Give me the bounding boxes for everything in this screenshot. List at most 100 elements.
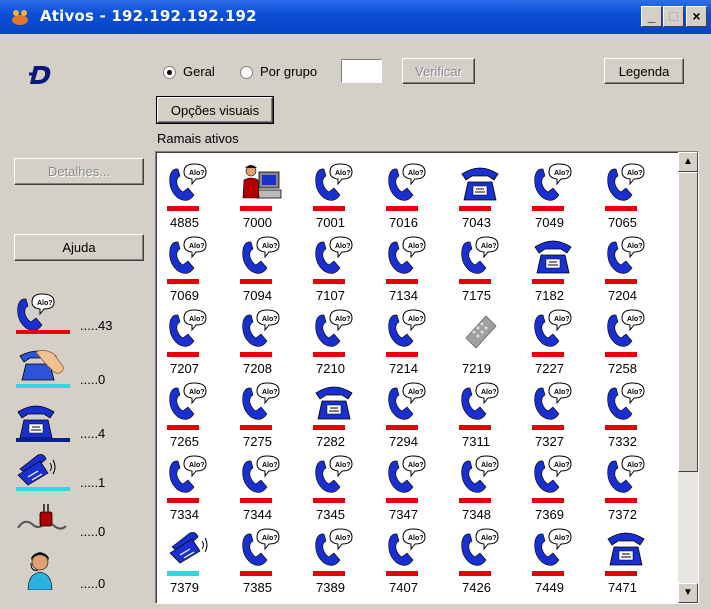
- extension-item[interactable]: Alo? 7275: [239, 381, 311, 454]
- extension-item[interactable]: Alo? 7207: [166, 308, 238, 381]
- svg-text:Alo?: Alo?: [335, 170, 351, 177]
- extension-item[interactable]: Alo? 7065: [604, 162, 676, 235]
- keypad-phone-icon: [458, 308, 502, 350]
- extension-item[interactable]: Alo? 7449: [531, 527, 603, 600]
- extension-number: 7282: [316, 434, 345, 449]
- vertical-scrollbar[interactable]: ▲ ▼: [678, 152, 698, 603]
- extension-item[interactable]: Alo? 7347: [385, 454, 457, 527]
- scroll-up-button[interactable]: ▲: [678, 152, 698, 172]
- extension-item[interactable]: Alo? 7327: [531, 381, 603, 454]
- extension-item[interactable]: 7471: [604, 527, 676, 600]
- verificar-button[interactable]: Verificar: [402, 58, 475, 84]
- extension-number: 7001: [316, 215, 345, 230]
- extension-item[interactable]: Alo? 7069: [166, 235, 238, 308]
- extension-number: 7294: [389, 434, 418, 449]
- phone-ringing-icon: Alo?: [385, 527, 429, 569]
- legend-count: .....4: [80, 426, 106, 441]
- extension-item[interactable]: Alo? 7107: [312, 235, 384, 308]
- phone-ringing-icon: Alo?: [531, 454, 575, 496]
- svg-text:Alo?: Alo?: [37, 300, 53, 307]
- extension-item[interactable]: Alo? 7134: [385, 235, 457, 308]
- scroll-down-button[interactable]: ▼: [678, 583, 698, 603]
- phone-ringing-icon: Alo?: [604, 308, 648, 350]
- status-bar: [240, 206, 272, 211]
- extension-item[interactable]: 7282: [312, 381, 384, 454]
- extension-item[interactable]: Alo? 7210: [312, 308, 384, 381]
- extension-item[interactable]: 7000: [239, 162, 311, 235]
- extension-item[interactable]: Alo? 4885: [166, 162, 238, 235]
- svg-text:Alo?: Alo?: [408, 316, 424, 323]
- status-bar: [532, 498, 564, 503]
- extension-number: 7471: [608, 580, 637, 595]
- phone-ringing-icon: Alo?: [312, 308, 356, 350]
- extension-item[interactable]: Alo? 7208: [239, 308, 311, 381]
- svg-text:Alo?: Alo?: [481, 535, 497, 542]
- status-bar: [532, 571, 564, 576]
- phone-ringing-icon: Alo?: [604, 454, 648, 496]
- status-bar: [16, 330, 70, 334]
- extension-item[interactable]: Alo? 7258: [604, 308, 676, 381]
- radio-geral[interactable]: [163, 66, 176, 79]
- close-button[interactable]: ×: [686, 6, 707, 27]
- extension-item[interactable]: Alo? 7016: [385, 162, 457, 235]
- extension-item[interactable]: Alo? 7204: [604, 235, 676, 308]
- extension-item[interactable]: Alo? 7214: [385, 308, 457, 381]
- svg-text:Alo?: Alo?: [627, 389, 643, 396]
- radio-geral-label[interactable]: Geral: [183, 64, 215, 79]
- extension-number: 7407: [389, 580, 418, 595]
- extension-item[interactable]: Alo? 7385: [239, 527, 311, 600]
- extension-item[interactable]: Alo? 7389: [312, 527, 384, 600]
- svg-text:Alo?: Alo?: [554, 170, 570, 177]
- phone-ringing-icon: Alo?: [385, 235, 429, 277]
- extension-item[interactable]: Alo? 7332: [604, 381, 676, 454]
- scroll-thumb[interactable]: [678, 172, 698, 472]
- extension-item[interactable]: Alo? 7407: [385, 527, 457, 600]
- phone-ringing-icon: Alo?: [458, 381, 502, 423]
- status-bar: [313, 206, 345, 211]
- extension-item[interactable]: 7043: [458, 162, 530, 235]
- extension-item[interactable]: Alo? 7094: [239, 235, 311, 308]
- radio-por-grupo-label[interactable]: Por grupo: [260, 64, 317, 79]
- extension-number: 7175: [462, 288, 491, 303]
- extension-number: 7332: [608, 434, 637, 449]
- extension-item[interactable]: Alo? 7345: [312, 454, 384, 527]
- extension-item[interactable]: Alo? 7311: [458, 381, 530, 454]
- radio-por-grupo[interactable]: [240, 66, 253, 79]
- extension-item[interactable]: Alo? 7334: [166, 454, 238, 527]
- extension-item[interactable]: Alo? 7348: [458, 454, 530, 527]
- extension-item[interactable]: Alo? 7372: [604, 454, 676, 527]
- title-bar[interactable]: Ativos - 192.192.192.192 _ □ ×: [0, 0, 711, 34]
- extension-number: 7265: [170, 434, 199, 449]
- minimize-button[interactable]: _: [641, 6, 662, 27]
- extension-number: 4885: [170, 215, 199, 230]
- status-bar: [240, 425, 272, 430]
- extension-item[interactable]: Alo? 7265: [166, 381, 238, 454]
- svg-text:Alo?: Alo?: [408, 243, 424, 250]
- extension-item[interactable]: Alo? 7227: [531, 308, 603, 381]
- extension-number: 7347: [389, 507, 418, 522]
- group-input[interactable]: [341, 59, 382, 83]
- extension-item[interactable]: Alo? 7344: [239, 454, 311, 527]
- status-bar: [313, 352, 345, 357]
- extension-item[interactable]: Alo? 7294: [385, 381, 457, 454]
- status-bar: [167, 206, 199, 211]
- legenda-button[interactable]: Legenda: [604, 58, 684, 84]
- status-bar: [605, 206, 637, 211]
- extension-item[interactable]: 7182: [531, 235, 603, 308]
- status-bar: [605, 571, 637, 576]
- extension-item[interactable]: Alo? 7426: [458, 527, 530, 600]
- extensions-list[interactable]: Alo? 4885 7000 Alo? 7001 Alo? 7016 7043 Alo? 7049…: [155, 151, 699, 604]
- opcoes-visuais-button[interactable]: Opções visuais: [156, 96, 274, 124]
- phone-ringing-icon: Alo?: [385, 381, 429, 423]
- status-bar: [459, 279, 491, 284]
- extension-item[interactable]: Alo? 7175: [458, 235, 530, 308]
- extension-number: 7345: [316, 507, 345, 522]
- extension-item[interactable]: Alo? 7049: [531, 162, 603, 235]
- detalhes-button[interactable]: Detalhes...: [14, 158, 144, 185]
- extension-item[interactable]: 7219: [458, 308, 530, 381]
- ajuda-button[interactable]: Ajuda: [14, 234, 144, 261]
- extension-item[interactable]: Alo? 7001: [312, 162, 384, 235]
- extension-item[interactable]: 7379: [166, 527, 238, 600]
- maximize-button[interactable]: □: [663, 6, 684, 27]
- extension-item[interactable]: Alo? 7369: [531, 454, 603, 527]
